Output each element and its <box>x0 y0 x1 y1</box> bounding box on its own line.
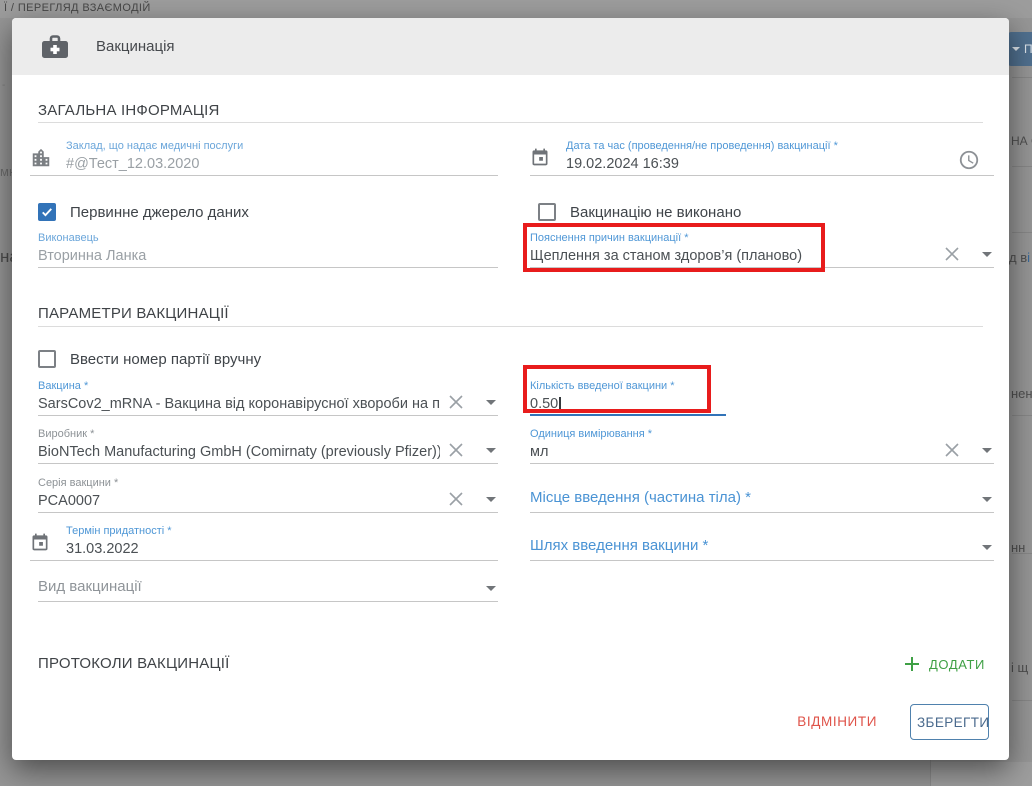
vaccine-label: Вакцина * <box>38 380 88 393</box>
facility-field[interactable]: Заклад, що надає медичні послуги #@Тест_… <box>30 138 498 176</box>
chevron-down-icon[interactable] <box>486 400 496 405</box>
vaccine-value: SarsCov2_mRNA - Вакцина від коронавірусн… <box>38 395 440 413</box>
quantity-label: Кількість введеної вакцини * <box>530 380 675 393</box>
plus-icon <box>904 656 920 672</box>
building-icon <box>30 147 52 169</box>
quantity-value: 0.50 <box>530 395 726 413</box>
facility-value: #@Тест_12.03.2020 <box>66 155 498 173</box>
check-icon <box>40 205 54 219</box>
chevron-down-icon[interactable] <box>982 497 992 502</box>
background-button-label: П <box>1024 42 1032 56</box>
expiry-value: 31.03.2022 <box>66 540 498 558</box>
text-cursor <box>559 397 561 412</box>
modal-title: Вакцинація <box>96 38 175 55</box>
calendar-icon <box>530 147 550 167</box>
breadcrumb: Ї / ПЕРЕГЛЯД ВЗАЄМОДІЙ <box>4 2 151 14</box>
chevron-down-icon <box>1012 47 1020 51</box>
primary-source-checkbox[interactable] <box>38 203 56 221</box>
background-divider <box>1012 415 1032 416</box>
add-protocol-label: ДОДАТИ <box>929 657 985 672</box>
modal-header: Вакцинація <box>12 18 1009 75</box>
clear-icon[interactable] <box>942 440 962 460</box>
reason-label: Пояснення причин вакцинації * <box>530 232 689 245</box>
manufacturer-value: BioNTech Manufacturing GmbH (Comirnaty (… <box>38 443 440 461</box>
section-title-parameters: ПАРАМЕТРИ ВАКЦИНАЦІЇ <box>38 305 229 322</box>
vaccination-kind-label: Вид вакцинації <box>38 578 142 595</box>
not-performed-checkbox-row[interactable]: Вакцинацію не виконано <box>538 202 741 222</box>
background-link-fragment: і <box>1027 250 1030 265</box>
background-text-fragment: і щ <box>1011 660 1028 675</box>
clear-icon[interactable] <box>942 244 962 264</box>
datetime-label: Дата та час (проведення/не проведення) в… <box>566 140 838 153</box>
datetime-field[interactable]: Дата та час (проведення/не проведення) в… <box>530 138 994 176</box>
background-top-strip <box>0 0 1032 18</box>
section-title-general: ЗАГАЛЬНА ІНФОРМАЦІЯ <box>38 102 220 119</box>
save-button[interactable]: ЗБЕРЕГТИ <box>910 704 989 740</box>
series-field[interactable]: Серія вакцини * PCA0007 <box>38 475 498 513</box>
clock-icon[interactable] <box>958 149 980 171</box>
section-title-protocols: ПРОТОКОЛИ ВАКЦИНАЦІЇ <box>38 655 230 672</box>
section-divider <box>38 122 983 123</box>
quantity-text: 0.50 <box>530 396 558 412</box>
manual-lot-checkbox-row[interactable]: Ввести номер партії вручну <box>38 349 261 369</box>
cancel-button[interactable]: ВІДМІНИТИ <box>797 714 877 729</box>
datetime-value: 19.02.2024 16:39 <box>566 155 954 173</box>
reason-field[interactable]: Пояснення причин вакцинації * Щеплення з… <box>530 230 994 268</box>
manufacturer-label: Виробник * <box>38 428 94 441</box>
background-text-fragment: нен <box>1011 386 1032 401</box>
background-divider <box>1012 166 1032 167</box>
performer-value: Вторинна Ланка <box>38 247 498 265</box>
body-site-label: Місце введення (частина тіла) * <box>530 489 751 506</box>
performer-label: Виконавець <box>38 232 99 245</box>
chevron-down-icon[interactable] <box>982 448 992 453</box>
not-performed-checkbox[interactable] <box>538 203 556 221</box>
background-text-fragment: НА С <box>1011 134 1032 148</box>
chevron-down-icon[interactable] <box>486 586 496 591</box>
section-divider <box>38 326 983 327</box>
performer-field[interactable]: Виконавець Вторинна Ланка <box>38 230 498 268</box>
clear-icon[interactable] <box>446 440 466 460</box>
quantity-field[interactable]: Кількість введеної вакцини * 0.50 <box>530 378 726 416</box>
reason-value: Щеплення за станом здоров’я (планово) <box>530 247 934 265</box>
body-site-field[interactable]: Місце введення (частина тіла) * <box>530 475 994 513</box>
chevron-down-icon[interactable] <box>486 448 496 453</box>
unit-value: мл <box>530 443 934 461</box>
series-label: Серія вакцини * <box>38 477 118 490</box>
background-divider <box>1012 700 1032 701</box>
series-value: PCA0007 <box>38 492 440 510</box>
vaccine-field[interactable]: Вакцина * SarsCov2_mRNA - Вакцина від ко… <box>38 378 498 416</box>
expiry-label: Термін придатності * <box>66 525 172 538</box>
primary-source-checkbox-row[interactable]: Первинне джерело даних <box>38 202 249 222</box>
facility-label: Заклад, що надає медичні послуги <box>66 140 243 153</box>
medical-bag-icon <box>40 34 70 60</box>
vaccination-kind-field[interactable]: Вид вакцинації <box>38 564 498 602</box>
background-divider <box>1012 553 1032 554</box>
manufacturer-field[interactable]: Виробник * BioNTech Manufacturing GmbH (… <box>38 426 498 464</box>
route-field[interactable]: Шлях введення вакцини * <box>530 523 994 561</box>
background-text: д в <box>1009 250 1027 265</box>
clear-icon[interactable] <box>446 489 466 509</box>
chevron-down-icon[interactable] <box>982 545 992 550</box>
chevron-down-icon[interactable] <box>982 252 992 257</box>
background-text-fragment: д ві <box>1009 250 1030 265</box>
background-primary-button: П <box>1008 32 1032 66</box>
calendar-icon <box>30 532 50 552</box>
chevron-down-icon[interactable] <box>486 497 496 502</box>
not-performed-label: Вакцинацію не виконано <box>570 204 741 221</box>
vaccination-modal: Вакцинація ЗАГАЛЬНА ІНФОРМАЦІЯ Заклад, щ… <box>12 18 1009 760</box>
unit-label: Одиниця вимірювання * <box>530 428 652 441</box>
unit-field[interactable]: Одиниця вимірювання * мл <box>530 426 994 464</box>
manual-lot-label: Ввести номер партії вручну <box>70 351 261 368</box>
expiry-field[interactable]: Термін придатності * 31.03.2022 <box>30 523 498 561</box>
route-label: Шлях введення вакцини * <box>530 537 708 554</box>
background-divider <box>1012 77 1032 78</box>
manual-lot-checkbox[interactable] <box>38 350 56 368</box>
primary-source-label: Первинне джерело даних <box>70 204 249 221</box>
clear-icon[interactable] <box>446 392 466 412</box>
background-divider <box>1012 232 1032 233</box>
add-protocol-button[interactable]: ДОДАТИ <box>904 656 985 672</box>
background-panel <box>931 762 1032 786</box>
